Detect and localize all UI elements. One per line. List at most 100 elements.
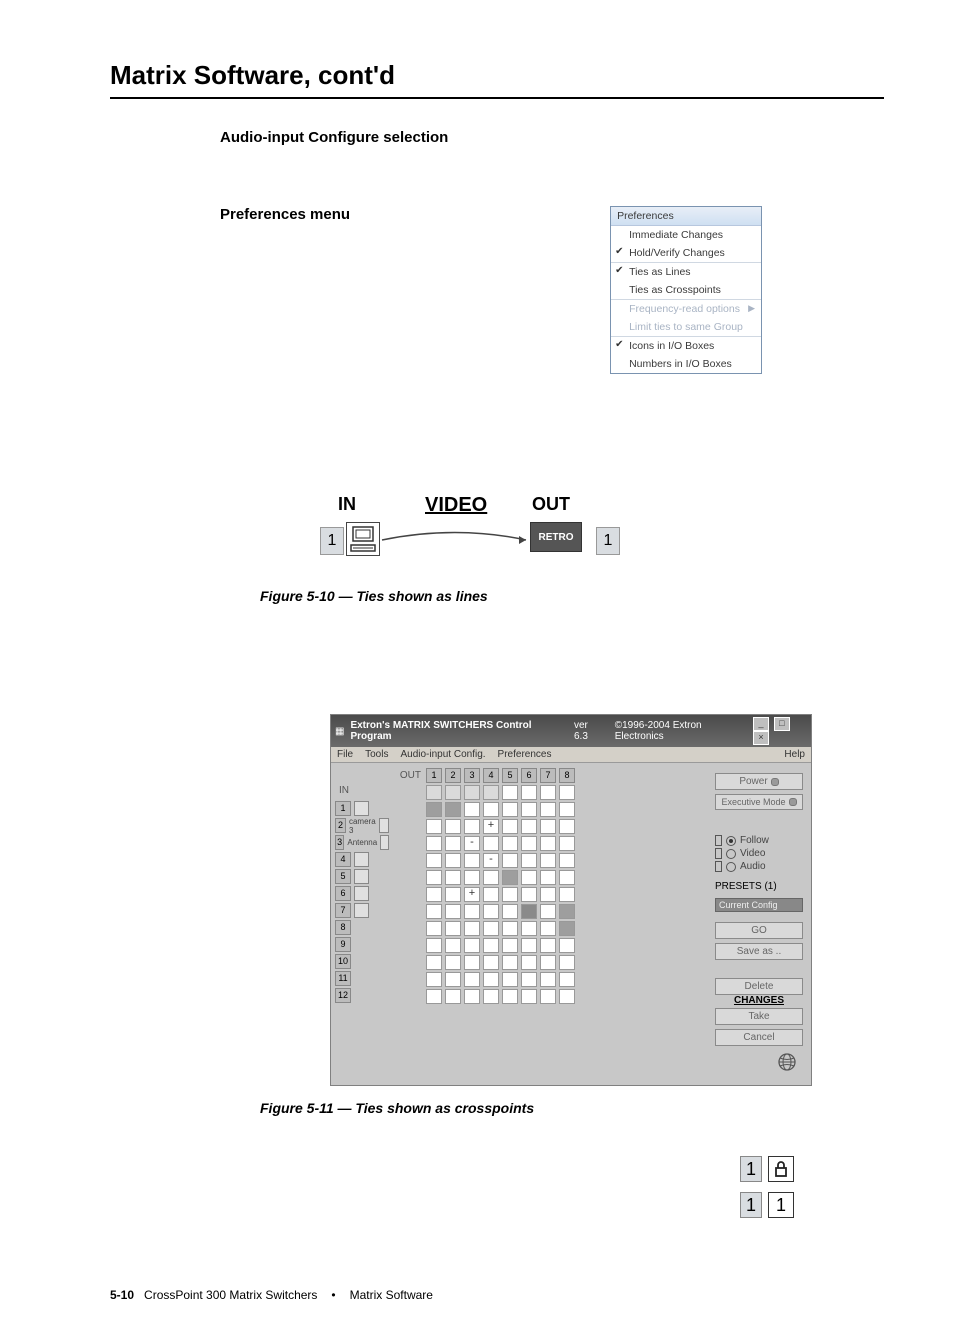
pref-item-ties-crosspoints[interactable]: Ties as Crosspoints <box>611 281 761 299</box>
pref-item-immediate-changes[interactable]: Immediate Changes <box>611 226 761 244</box>
power-button[interactable]: Power <box>715 773 803 790</box>
crosspoint-10-2[interactable] <box>445 955 461 970</box>
pref-item-ties-lines[interactable]: Ties as Lines <box>611 263 761 281</box>
crosspoint-2-1[interactable] <box>426 819 442 834</box>
crosspoint-5-7[interactable] <box>540 870 556 885</box>
crosspoint-8-6[interactable] <box>521 921 537 936</box>
crosspoint-3-4[interactable] <box>483 836 499 851</box>
crosspoint-1-8[interactable] <box>559 802 575 817</box>
crosspoint-7-3[interactable] <box>464 904 480 919</box>
radio-audio[interactable]: Audio <box>715 860 803 873</box>
crosspoint-4-4[interactable]: - <box>483 853 499 868</box>
crosspoint-3-6[interactable] <box>521 836 537 851</box>
crosspoint-4-1[interactable] <box>426 853 442 868</box>
crosspoint-10-5[interactable] <box>502 955 518 970</box>
crosspoint-9-3[interactable] <box>464 938 480 953</box>
crosspoint-12-5[interactable] <box>502 989 518 1004</box>
executive-mode-button[interactable]: Executive Mode <box>715 794 803 810</box>
cancel-button[interactable]: Cancel <box>715 1029 803 1046</box>
maximize-button[interactable]: □ <box>774 717 790 731</box>
take-button[interactable]: Take <box>715 1008 803 1025</box>
crosspoint-3-8[interactable] <box>559 836 575 851</box>
crosspoint-1-5[interactable] <box>502 802 518 817</box>
crosspoint-6-6[interactable] <box>521 887 537 902</box>
crosspoint-9-1[interactable] <box>426 938 442 953</box>
crosspoint-7-1[interactable] <box>426 904 442 919</box>
crosspoint-7-5[interactable] <box>502 904 518 919</box>
crosspoint-7-6[interactable] <box>521 904 537 919</box>
crosspoint-9-2[interactable] <box>445 938 461 953</box>
minimize-button[interactable]: _ <box>753 717 769 731</box>
crosspoint-9-8[interactable] <box>559 938 575 953</box>
crosspoint-5-3[interactable] <box>464 870 480 885</box>
save-as-button[interactable]: Save as .. <box>715 943 803 960</box>
crosspoint-7-8[interactable] <box>559 904 575 919</box>
crosspoint-11-5[interactable] <box>502 972 518 987</box>
crosspoint-1-1[interactable] <box>426 802 442 817</box>
crosspoint-12-4[interactable] <box>483 989 499 1004</box>
crosspoint-6-7[interactable] <box>540 887 556 902</box>
crosspoint-7-7[interactable] <box>540 904 556 919</box>
crosspoint-11-3[interactable] <box>464 972 480 987</box>
crosspoint-4-2[interactable] <box>445 853 461 868</box>
crosspoint-1-7[interactable] <box>540 802 556 817</box>
crosspoint-5-4[interactable] <box>483 870 499 885</box>
crosspoint-1-2[interactable] <box>445 802 461 817</box>
crosspoint-3-3[interactable]: - <box>464 836 480 851</box>
menu-file[interactable]: File <box>337 749 353 760</box>
crosspoint-8-2[interactable] <box>445 921 461 936</box>
crosspoint-12-8[interactable] <box>559 989 575 1004</box>
crosspoint-6-2[interactable] <box>445 887 461 902</box>
crosspoint-3-1[interactable] <box>426 836 442 851</box>
crosspoint-11-7[interactable] <box>540 972 556 987</box>
crosspoint-4-3[interactable] <box>464 853 480 868</box>
radio-video[interactable]: Video <box>715 847 803 860</box>
crosspoint-6-8[interactable] <box>559 887 575 902</box>
crosspoint-9-5[interactable] <box>502 938 518 953</box>
crosspoint-2-2[interactable] <box>445 819 461 834</box>
crosspoint-2-8[interactable] <box>559 819 575 834</box>
crosspoint-7-2[interactable] <box>445 904 461 919</box>
crosspoint-10-7[interactable] <box>540 955 556 970</box>
crosspoint-1-3[interactable] <box>464 802 480 817</box>
crosspoint-8-7[interactable] <box>540 921 556 936</box>
crosspoint-6-5[interactable] <box>502 887 518 902</box>
crosspoint-7-4[interactable] <box>483 904 499 919</box>
crosspoint-12-6[interactable] <box>521 989 537 1004</box>
crosspoint-8-3[interactable] <box>464 921 480 936</box>
crosspoint-11-8[interactable] <box>559 972 575 987</box>
crosspoint-9-4[interactable] <box>483 938 499 953</box>
crosspoint-6-4[interactable] <box>483 887 499 902</box>
crosspoint-8-4[interactable] <box>483 921 499 936</box>
menu-help[interactable]: Help <box>784 749 805 760</box>
crosspoint-4-6[interactable] <box>521 853 537 868</box>
crosspoint-2-5[interactable] <box>502 819 518 834</box>
pref-item-icons-io[interactable]: Icons in I/O Boxes <box>611 337 761 355</box>
crosspoint-12-3[interactable] <box>464 989 480 1004</box>
crosspoint-1-6[interactable] <box>521 802 537 817</box>
crosspoint-5-2[interactable] <box>445 870 461 885</box>
crosspoint-10-6[interactable] <box>521 955 537 970</box>
crosspoint-11-1[interactable] <box>426 972 442 987</box>
crosspoint-12-1[interactable] <box>426 989 442 1004</box>
crosspoint-2-3[interactable] <box>464 819 480 834</box>
crosspoint-9-7[interactable] <box>540 938 556 953</box>
crosspoint-6-1[interactable] <box>426 887 442 902</box>
crosspoint-4-8[interactable] <box>559 853 575 868</box>
radio-follow[interactable]: Follow <box>715 834 803 847</box>
crosspoint-3-5[interactable] <box>502 836 518 851</box>
menu-audio-input-config[interactable]: Audio-input Config. <box>400 749 485 760</box>
crosspoint-8-1[interactable] <box>426 921 442 936</box>
crosspoint-4-7[interactable] <box>540 853 556 868</box>
crosspoint-10-3[interactable] <box>464 955 480 970</box>
crosspoint-2-4[interactable]: + <box>483 819 499 834</box>
crosspoint-3-2[interactable] <box>445 836 461 851</box>
crosspoint-5-1[interactable] <box>426 870 442 885</box>
crosspoint-6-3[interactable]: + <box>464 887 480 902</box>
crosspoint-10-8[interactable] <box>559 955 575 970</box>
pref-item-numbers-io[interactable]: Numbers in I/O Boxes <box>611 355 761 373</box>
crosspoint-2-7[interactable] <box>540 819 556 834</box>
crosspoint-11-4[interactable] <box>483 972 499 987</box>
crosspoint-12-7[interactable] <box>540 989 556 1004</box>
crosspoint-8-5[interactable] <box>502 921 518 936</box>
